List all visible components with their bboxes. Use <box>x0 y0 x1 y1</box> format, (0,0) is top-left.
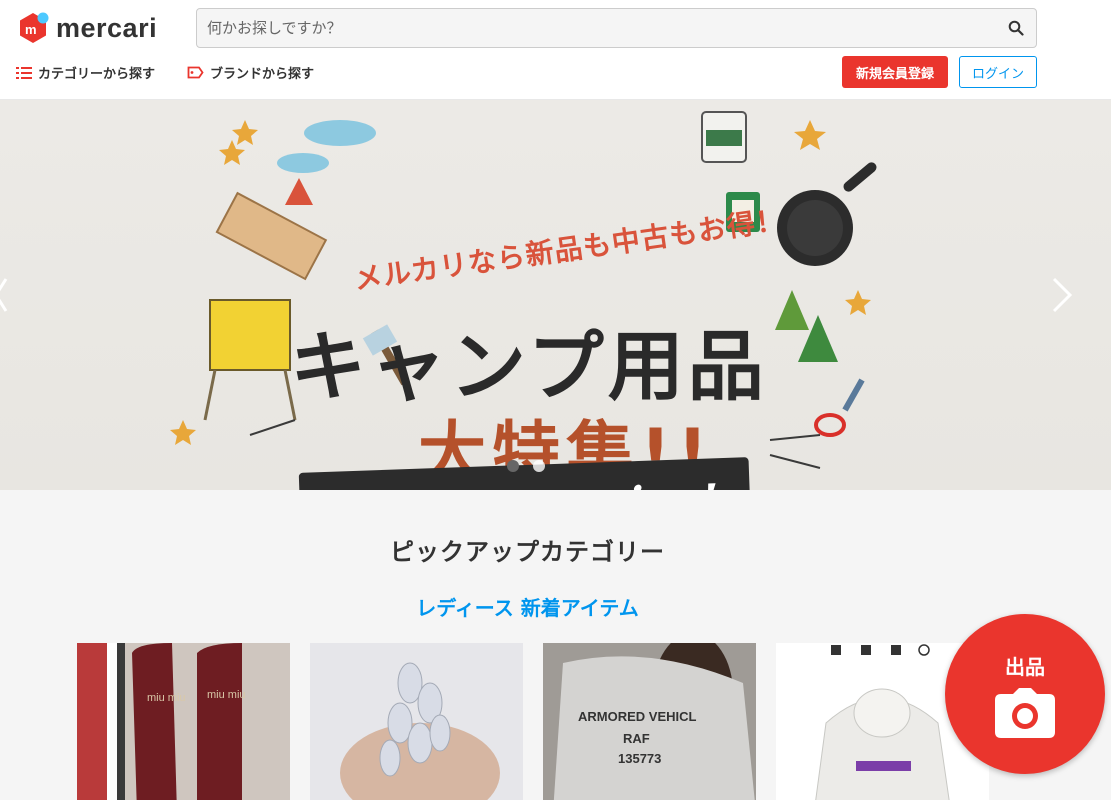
hero-banner[interactable]: メルカリなら新品も中古もお得！ キャンプ用品 大特集!! let's go ca… <box>0 100 1111 490</box>
register-button[interactable]: 新規会員登録 <box>842 56 948 88</box>
nav-category[interactable]: カテゴリーから探す <box>16 63 155 82</box>
item-hair-accessory[interactable] <box>310 643 523 800</box>
chevron-right-icon[interactable] <box>1048 275 1076 315</box>
svg-text:RAF: RAF <box>623 731 650 746</box>
banner-ribbon-text: let's go camping! <box>331 475 719 490</box>
sell-button[interactable]: 出品 <box>945 614 1105 774</box>
search-input[interactable] <box>197 9 996 47</box>
login-button[interactable]: ログイン <box>959 56 1037 88</box>
mercari-logo-icon: m <box>20 12 49 43</box>
svg-text:ARMORED VEHICL: ARMORED VEHICL <box>578 709 697 724</box>
section-title: ピックアップカテゴリー <box>390 538 665 566</box>
header: m mercari カテゴリーから探す ブランドから探す 新規会員登録 ログイン <box>0 0 1111 100</box>
carousel-dot-2[interactable] <box>533 460 545 472</box>
search-button[interactable] <box>996 9 1036 47</box>
nav-category-label: カテゴリーから探す <box>38 67 156 82</box>
svg-text:135773: 135773 <box>618 751 661 766</box>
logo[interactable]: m mercari <box>16 11 157 45</box>
section-subtitle-link[interactable]: レディース 新着アイテム <box>0 592 1055 621</box>
carousel-dots <box>507 460 545 472</box>
sell-button-label: 出品 <box>1005 654 1045 679</box>
svg-text:m: m <box>25 22 37 37</box>
carousel-dot-1[interactable] <box>507 460 519 472</box>
svg-text:miu miu: miu miu <box>207 689 246 701</box>
nav-brand-label: ブランドから探す <box>210 67 315 82</box>
search-bar <box>196 8 1037 48</box>
item-tshirt-image: ARMORED VEHICL RAF 135773 <box>543 643 756 800</box>
item-shoes-image: miu miu miu miu <box>77 643 290 800</box>
tag-icon <box>187 66 204 79</box>
item-shoes[interactable]: miu miu miu miu <box>77 643 290 800</box>
search-icon <box>1008 20 1024 36</box>
chevron-left-icon[interactable] <box>0 275 10 315</box>
camera-icon <box>995 687 1055 738</box>
list-icon <box>16 66 32 79</box>
svg-text:miu miu: miu miu <box>147 692 186 704</box>
logo-text: mercari <box>56 12 158 43</box>
item-hair-accessory-image <box>310 643 523 800</box>
item-tshirt[interactable]: ARMORED VEHICL RAF 135773 <box>543 643 756 800</box>
nav-brand[interactable]: ブランドから探す <box>187 63 314 82</box>
item-grid: miu miu miu miu ARMORED VEHICL RAF 13577… <box>77 643 989 800</box>
